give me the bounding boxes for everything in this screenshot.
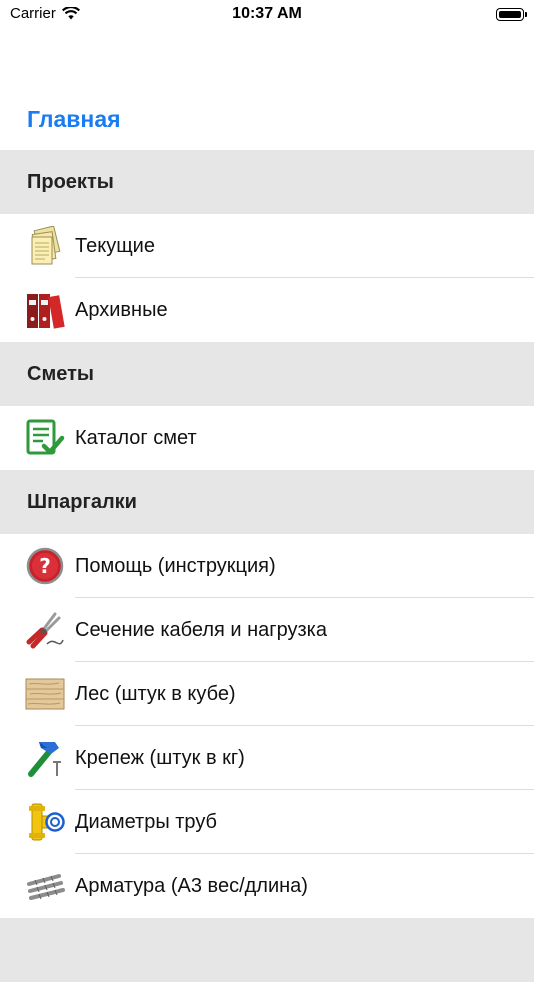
section-header-estimates: Сметы	[0, 342, 534, 406]
section-header-cheatsheets: Шпаргалки	[0, 470, 534, 534]
list-item-current[interactable]: Текущие	[0, 214, 534, 278]
svg-text:?: ?	[39, 554, 51, 578]
list-item-estimate-catalog[interactable]: Каталог смет	[0, 406, 534, 470]
wood-icon	[25, 674, 65, 714]
binders-icon	[25, 290, 65, 330]
list-item-help[interactable]: ? Помощь (инструкция)	[0, 534, 534, 598]
rebar-icon	[25, 866, 65, 906]
cable-icon	[25, 610, 65, 650]
list-item-label: Сечение кабеля и нагрузка	[75, 618, 327, 641]
list-item-wood[interactable]: Лес (штук в кубе)	[0, 662, 534, 726]
list-item-cable[interactable]: Сечение кабеля и нагрузка	[0, 598, 534, 662]
hammer-icon	[25, 738, 65, 778]
list-item-archived[interactable]: Архивные	[0, 278, 534, 342]
list-item-label: Лес (штук в кубе)	[75, 682, 236, 705]
list-item-label: Каталог смет	[75, 426, 197, 449]
list-item-label: Арматура (А3 вес/длина)	[75, 874, 308, 897]
section-header-next	[0, 918, 534, 982]
list-item-rebar[interactable]: Арматура (А3 вес/длина)	[0, 854, 534, 918]
help-icon: ?	[25, 546, 65, 586]
list-item-label: Крепеж (штук в кг)	[75, 746, 245, 769]
battery-icon	[496, 8, 527, 21]
list-item-label: Архивные	[75, 298, 168, 321]
pipe-icon	[25, 802, 65, 842]
page-title: Главная	[27, 106, 121, 132]
checklist-icon	[25, 418, 65, 458]
list-item-label: Текущие	[75, 234, 155, 257]
list-item-pipes[interactable]: Диаметры труб	[0, 790, 534, 854]
list-item-fasteners[interactable]: Крепеж (штук в кг)	[0, 726, 534, 790]
list-item-label: Помощь (инструкция)	[75, 554, 276, 577]
section-header-projects: Проекты	[0, 150, 534, 214]
list-item-label: Диаметры труб	[75, 810, 218, 833]
status-bar: Carrier 10:37 AM	[0, 0, 534, 30]
main-list: Проекты Текущие Архивные Сметы Каталог с…	[0, 150, 534, 982]
papers-icon	[25, 226, 65, 266]
clock: 10:37 AM	[232, 5, 302, 22]
